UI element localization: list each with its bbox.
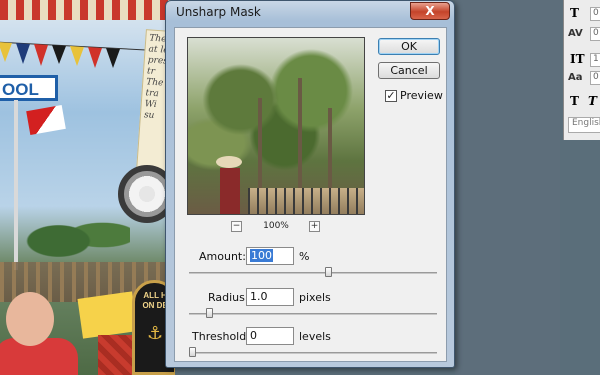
flag-pole [14, 100, 18, 270]
zoom-controls: − 100% + [187, 220, 365, 234]
preview-checkbox[interactable]: ✓ [385, 90, 397, 102]
threshold-unit: levels [299, 330, 331, 343]
bunting-flags [0, 41, 146, 68]
close-button[interactable]: X [410, 2, 450, 20]
zoom-in-button[interactable]: + [309, 221, 320, 232]
yellow-tag [77, 291, 138, 339]
unsharp-mask-dialog: Unsharp Mask X − 100% + OK Cancel ✓ Prev… [165, 0, 455, 368]
amount-label: Amount: [199, 250, 246, 263]
threshold-slider-thumb[interactable] [189, 347, 196, 357]
child-photo [0, 290, 78, 375]
baseline-shift-icon: Aa [568, 72, 583, 83]
amount-unit: % [299, 250, 310, 263]
school-sign: OOL [0, 75, 58, 101]
preview-figure [216, 156, 244, 214]
baseline-shift-field[interactable]: 0 [590, 71, 600, 85]
vertical-scale-field[interactable]: 1 [590, 53, 600, 67]
preview-label: Preview [400, 89, 443, 102]
ribbon-border [0, 0, 175, 20]
zoom-level: 100% [263, 221, 289, 231]
scrapbook-canvas: OOL The at le pres tr The tra Wi su ALL … [0, 0, 175, 375]
kerning-icon: AV [568, 28, 583, 39]
ok-button[interactable]: OK [378, 38, 440, 55]
amount-field[interactable]: 100 [246, 247, 294, 265]
radius-unit: pixels [299, 291, 331, 304]
faux-bold-button[interactable]: T [570, 94, 579, 108]
radius-slider-track[interactable] [189, 313, 437, 315]
faux-italic-button[interactable]: T [588, 94, 597, 108]
cancel-button[interactable]: Cancel [378, 62, 440, 79]
threshold-field[interactable]: 0 [246, 327, 294, 345]
dialog-title: Unsharp Mask [176, 5, 261, 19]
preview-image[interactable] [187, 37, 365, 215]
nautical-flag [26, 105, 66, 135]
threshold-slider-track[interactable] [189, 352, 437, 354]
amount-slider-thumb[interactable] [325, 267, 332, 277]
kerning-field[interactable]: 0 [590, 27, 600, 41]
preview-railing [248, 188, 364, 214]
vertical-scale-icon: IT [570, 52, 585, 66]
radius-slider-thumb[interactable] [206, 308, 213, 318]
workspace-background [455, 0, 560, 375]
language-select[interactable]: English [568, 117, 600, 133]
font-size-icon: T [570, 6, 579, 20]
threshold-label: Threshold: [192, 330, 250, 343]
amount-slider-track[interactable] [189, 272, 437, 274]
character-panel: T 0 AV 0 IT 1 Aa 0 T T English [563, 0, 600, 140]
tracking-field[interactable]: 0 [590, 7, 600, 21]
anchor-icon: ⚓ [147, 323, 164, 344]
dialog-titlebar[interactable]: Unsharp Mask X [166, 1, 454, 25]
radius-label: Radius: [208, 291, 249, 304]
dialog-client-area: − 100% + OK Cancel ✓ Preview Amount: 100… [174, 27, 447, 362]
trees [20, 205, 130, 265]
radius-field[interactable]: 1.0 [246, 288, 294, 306]
